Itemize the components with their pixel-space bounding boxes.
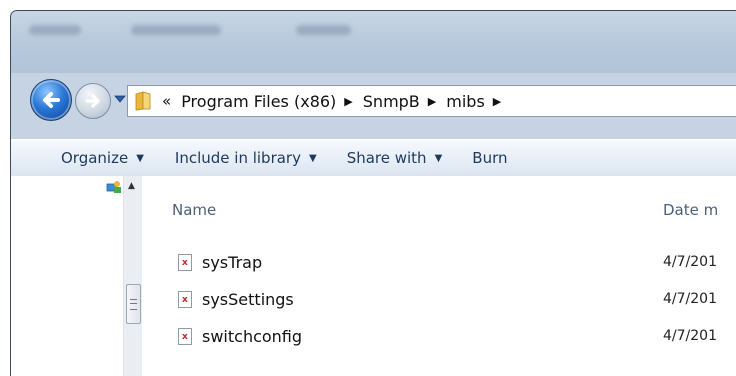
folder-icon: [134, 91, 152, 111]
file-row[interactable]: x sysSettings: [178, 287, 294, 311]
caret-down-icon: ▼: [308, 152, 317, 164]
blurred-title-text: [296, 25, 351, 35]
breadcrumb-arrow-icon[interactable]: ▶: [493, 95, 501, 108]
arrow-left-icon: [43, 92, 60, 108]
column-header-name[interactable]: Name: [172, 201, 216, 219]
file-name: switchconfig: [202, 326, 303, 346]
blurred-title-text: [131, 25, 221, 35]
share-with-button[interactable]: Share with ▼: [347, 140, 443, 176]
breadcrumb-program-files[interactable]: Program Files (x86) ▶: [181, 92, 363, 111]
organize-button[interactable]: Organize ▼: [61, 140, 144, 176]
scrollbar-thumb[interactable]: [126, 284, 141, 324]
file-row[interactable]: x switchconfig: [178, 324, 302, 348]
title-bar: [11, 11, 736, 73]
mib-file-icon: x: [178, 327, 192, 345]
network-user-icon: [106, 180, 122, 194]
recent-pages-button[interactable]: [112, 91, 128, 107]
include-in-library-button[interactable]: Include in library ▼: [175, 140, 317, 176]
file-name: sysSettings: [202, 289, 294, 309]
file-list: Name Date m x sysTrap 4/7/201 x sysSetti…: [142, 176, 736, 376]
arrow-right-icon: [85, 94, 100, 108]
breadcrumb-snmpb[interactable]: SnmpB ▶: [363, 92, 446, 111]
file-date: 4/7/201: [663, 254, 717, 270]
caret-down-icon: ▼: [136, 152, 144, 164]
breadcrumb-arrow-icon[interactable]: ▶: [428, 95, 436, 108]
navigation-pane[interactable]: [11, 176, 131, 376]
grip-icon: [130, 298, 137, 310]
column-header-date[interactable]: Date m: [663, 201, 718, 219]
burn-button[interactable]: Burn: [472, 140, 507, 176]
navigation-scrollbar[interactable]: ▲: [123, 176, 142, 376]
back-button[interactable]: [30, 79, 72, 121]
blurred-title-text: [29, 25, 81, 35]
explorer-window: « Program Files (x86) ▶ SnmpB ▶ mibs ▶ O…: [10, 10, 736, 376]
chevron-down-icon: [114, 95, 126, 103]
address-bar[interactable]: « Program Files (x86) ▶ SnmpB ▶ mibs ▶: [127, 85, 736, 117]
file-name: sysTrap: [202, 252, 263, 272]
breadcrumb-mibs[interactable]: mibs ▶: [446, 92, 511, 111]
scroll-up-icon[interactable]: ▲: [128, 181, 135, 191]
file-date: 4/7/201: [663, 291, 717, 307]
forward-button[interactable]: [75, 83, 111, 119]
breadcrumb-arrow-icon[interactable]: ▶: [344, 95, 352, 108]
mib-file-icon: x: [178, 290, 192, 308]
mib-file-icon: x: [178, 253, 192, 271]
command-bar: Organize ▼ Include in library ▼ Share wi…: [11, 139, 736, 177]
file-row[interactable]: x sysTrap: [178, 250, 262, 274]
content-area: ▲ Name Date m x sysTrap 4/7/201 x sysSet…: [11, 176, 736, 376]
file-date: 4/7/201: [663, 328, 717, 344]
path-overflow[interactable]: «: [162, 92, 171, 110]
caret-down-icon: ▼: [434, 152, 443, 164]
